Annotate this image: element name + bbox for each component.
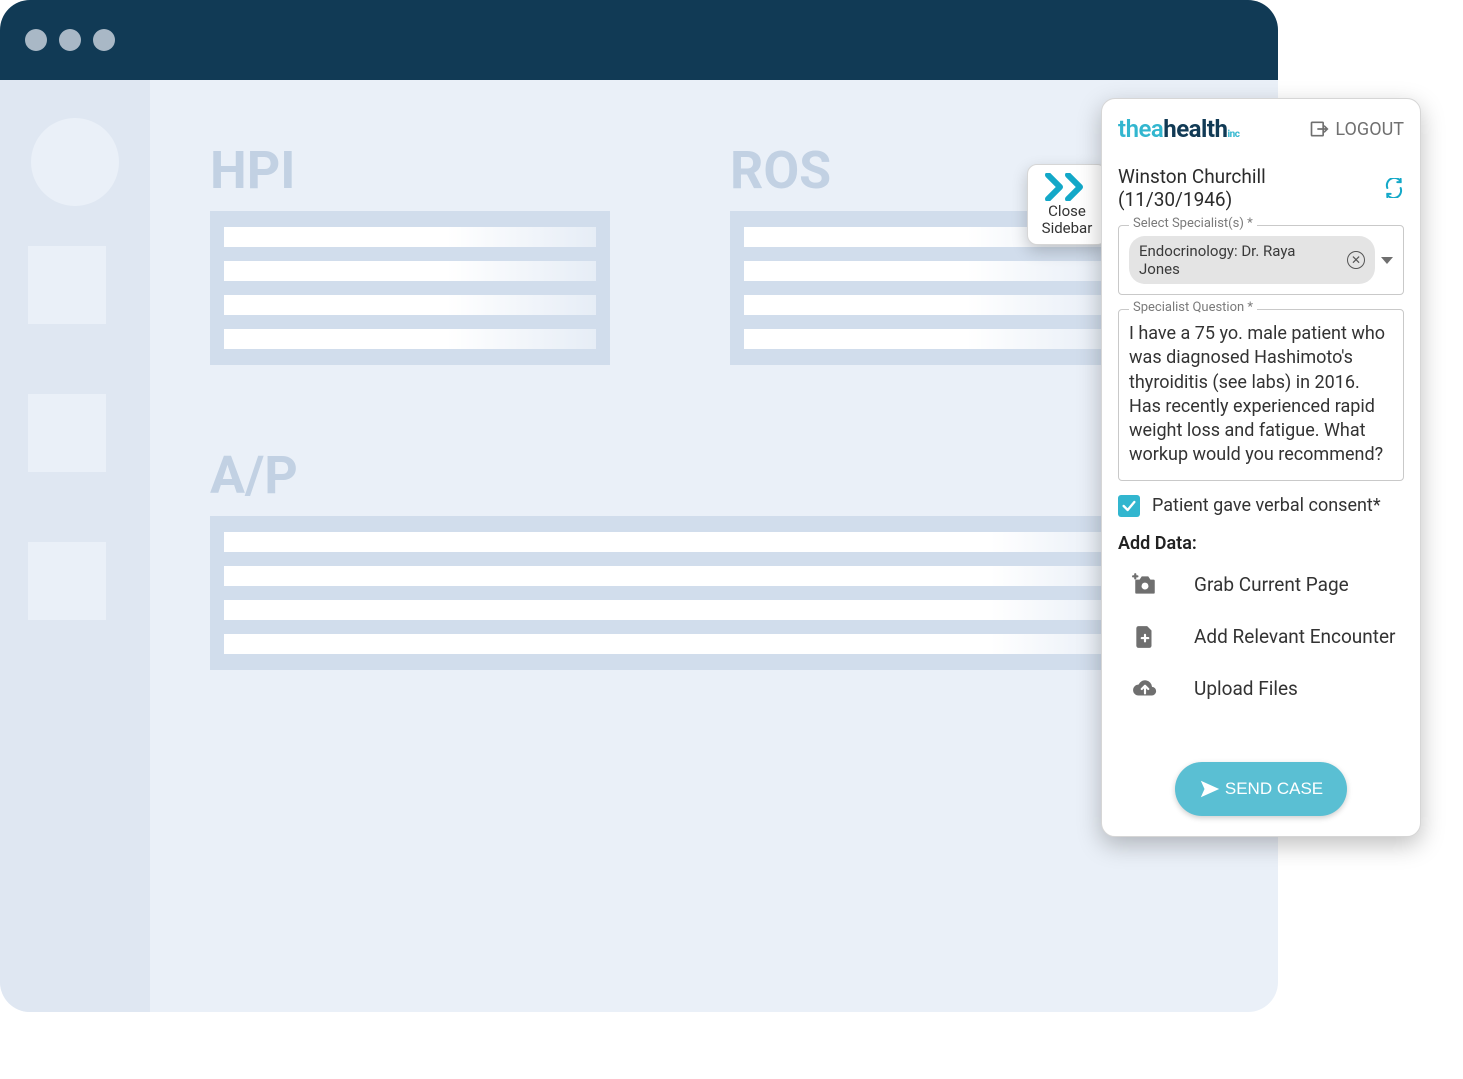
rail-item-3[interactable] (28, 542, 106, 620)
consent-label: Patient gave verbal consent* (1152, 495, 1381, 516)
chevron-right-icon (1034, 173, 1100, 201)
thea-logo: theahealthinc (1118, 115, 1239, 143)
section-hpi-box (210, 211, 610, 365)
grab-page-button[interactable]: Grab Current Page (1132, 572, 1404, 598)
section-ap-title: A/P (210, 445, 1228, 506)
camera-icon (1132, 572, 1158, 598)
dropdown-caret-icon[interactable] (1381, 257, 1393, 264)
placeholder-line (224, 227, 596, 247)
file-add-icon (1132, 624, 1158, 650)
rail-item-2[interactable] (28, 394, 106, 472)
window-titlebar (0, 0, 1278, 80)
close-sidebar-button[interactable]: Close Sidebar (1027, 164, 1107, 245)
upload-files-button[interactable]: Upload Files (1132, 676, 1404, 702)
remove-chip-icon[interactable]: ✕ (1347, 251, 1365, 269)
cloud-upload-icon (1132, 676, 1158, 702)
close-sidebar-label: Close Sidebar (1034, 203, 1100, 238)
panel-header: theahealthinc LOGOUT (1118, 115, 1404, 143)
placeholder-line (224, 600, 1126, 620)
grab-page-label: Grab Current Page (1194, 573, 1349, 596)
avatar (31, 118, 119, 206)
specialist-question-field[interactable]: Specialist Question * I have a 75 yo. ma… (1118, 309, 1404, 481)
specialist-chip-text: Endocrinology: Dr. Raya Jones (1139, 242, 1339, 278)
send-icon (1199, 778, 1221, 800)
check-icon (1121, 498, 1137, 514)
rail-item-1[interactable] (28, 246, 106, 324)
placeholder-line (224, 532, 1126, 552)
section-hpi-title: HPI (210, 140, 610, 201)
section-hpi: HPI (210, 140, 610, 365)
logout-button[interactable]: LOGOUT (1309, 119, 1404, 140)
window-dot-3[interactable] (93, 29, 115, 51)
add-data-heading: Add Data: (1118, 533, 1404, 554)
send-case-button[interactable]: SEND CASE (1175, 762, 1347, 816)
specialist-question-label: Specialist Question * (1129, 300, 1257, 315)
specialist-question-text[interactable]: I have a 75 yo. male patient who was dia… (1129, 320, 1393, 470)
thea-sidebar-panel: theahealthinc LOGOUT Winston Churchill (… (1101, 98, 1421, 837)
add-data-actions: Grab Current Page Add Relevant Encounter… (1118, 572, 1404, 702)
window-dot-2[interactable] (59, 29, 81, 51)
placeholder-line (224, 295, 596, 315)
specialist-chip: Endocrinology: Dr. Raya Jones ✕ (1129, 236, 1375, 284)
patient-row: Winston Churchill (11/30/1946) (1118, 165, 1404, 211)
add-encounter-label: Add Relevant Encounter (1194, 625, 1396, 648)
refresh-patient-icon[interactable] (1384, 178, 1404, 198)
placeholder-line (224, 634, 1126, 654)
window-dot-1[interactable] (25, 29, 47, 51)
placeholder-line (224, 261, 596, 281)
emr-window: HPI ROS (0, 0, 1278, 1012)
upload-files-label: Upload Files (1194, 677, 1298, 700)
emr-left-rail (0, 80, 150, 1012)
send-case-label: SEND CASE (1225, 779, 1323, 799)
placeholder-line (744, 261, 1116, 281)
specialist-select[interactable]: Select Specialist(s) * Endocrinology: Dr… (1118, 225, 1404, 295)
placeholder-line (224, 329, 596, 349)
section-ap: A/P (210, 445, 1228, 670)
specialist-select-label: Select Specialist(s) * (1129, 216, 1257, 231)
rail-items (0, 246, 150, 690)
consent-row: Patient gave verbal consent* (1118, 495, 1404, 517)
placeholder-line (224, 566, 1126, 586)
placeholder-line (744, 295, 1116, 315)
logout-label: LOGOUT (1335, 119, 1404, 140)
placeholder-line (744, 329, 1116, 349)
section-ap-box (210, 516, 1140, 670)
add-encounter-button[interactable]: Add Relevant Encounter (1132, 624, 1404, 650)
consent-checkbox[interactable] (1118, 495, 1140, 517)
logout-icon (1309, 119, 1329, 139)
patient-name: Winston Churchill (11/30/1946) (1118, 165, 1384, 211)
